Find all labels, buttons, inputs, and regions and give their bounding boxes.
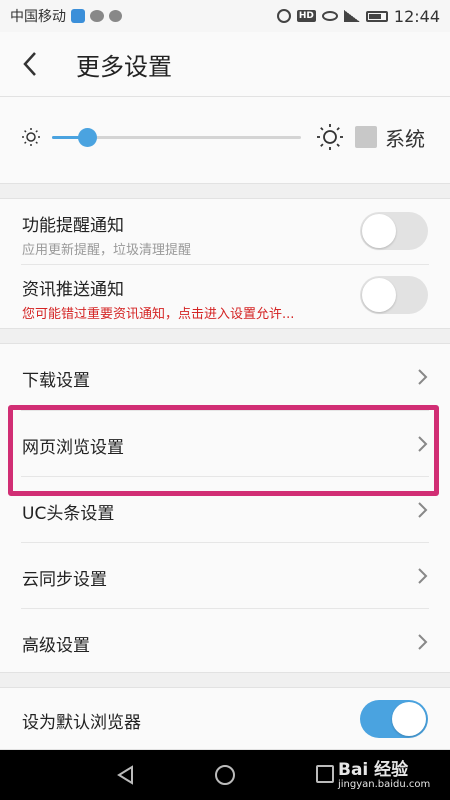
chevron-right-icon bbox=[418, 502, 428, 518]
brightness-slider-thumb[interactable] bbox=[77, 128, 97, 147]
news-notification-toggle[interactable] bbox=[360, 276, 428, 314]
nav-recent-icon[interactable] bbox=[316, 765, 334, 783]
alarm-icon bbox=[276, 9, 291, 23]
message-icon bbox=[109, 10, 122, 22]
back-button[interactable] bbox=[0, 32, 60, 97]
brightness-panel: 系统 bbox=[0, 97, 450, 184]
battery-icon bbox=[365, 10, 388, 22]
chevron-right-icon bbox=[418, 634, 428, 650]
brightness-slider[interactable] bbox=[52, 128, 301, 147]
nav-back-icon[interactable] bbox=[116, 765, 136, 785]
baidu-jingyan-watermark: Bai 经验 jingyan.baidu.com bbox=[338, 755, 444, 795]
menu-item-cloud-sync[interactable]: 云同步设置 bbox=[0, 543, 450, 608]
notification-warning-text: 您可能错过重要资讯通知，点击进入设置允许... bbox=[22, 307, 295, 322]
shield-icon bbox=[71, 9, 85, 23]
status-time: 12:44 bbox=[393, 6, 440, 26]
brightness-high-icon bbox=[317, 124, 343, 150]
carrier-label: 中国移动 bbox=[10, 9, 66, 25]
menu-item-label: 下载设置 bbox=[22, 371, 90, 391]
wechat-icon bbox=[90, 10, 104, 22]
signal-icon bbox=[343, 10, 360, 22]
notification-title: 功能提醒通知 bbox=[22, 216, 124, 236]
watermark-brand: Bai 经验 bbox=[338, 760, 409, 780]
notification-settings-group: 功能提醒通知 应用更新提醒，垃圾清理提醒 资讯推送通知 您可能错过重要资讯通知，… bbox=[0, 198, 450, 329]
notification-row-news[interactable]: 资讯推送通知 您可能错过重要资讯通知，点击进入设置允许... bbox=[0, 265, 450, 330]
hd-badge: HD bbox=[296, 10, 316, 22]
chevron-right-icon bbox=[418, 568, 428, 584]
menu-item-advanced[interactable]: 高级设置 bbox=[0, 609, 450, 674]
menu-item-label: 高级设置 bbox=[22, 636, 90, 656]
menu-item-download[interactable]: 下载设置 bbox=[0, 344, 450, 410]
status-bar: 中国移动 HD 12:44 bbox=[0, 0, 450, 32]
chevron-right-icon bbox=[418, 369, 428, 385]
notification-subtitle: 应用更新提醒，垃圾清理提醒 bbox=[22, 243, 192, 258]
toggle-knob bbox=[362, 278, 396, 312]
chevron-left-icon bbox=[23, 52, 36, 76]
notification-title: 资讯推送通知 bbox=[22, 280, 124, 300]
page-title: 更多设置 bbox=[76, 52, 172, 81]
default-browser-group: 设为默认浏览器 bbox=[0, 687, 450, 750]
app-header: 更多设置 bbox=[0, 32, 450, 97]
menu-item-label: UC头条设置 bbox=[22, 504, 115, 524]
notification-row-feature[interactable]: 功能提醒通知 应用更新提醒，垃圾清理提醒 bbox=[0, 199, 450, 264]
brightness-low-icon bbox=[22, 128, 40, 146]
highlight-annotation-box bbox=[8, 405, 439, 496]
watermark-url: jingyan.baidu.com bbox=[338, 779, 431, 790]
toggle-knob bbox=[362, 214, 396, 248]
system-brightness-label: 系统 bbox=[385, 127, 425, 151]
default-browser-toggle[interactable] bbox=[360, 700, 428, 738]
nav-home-icon[interactable] bbox=[215, 765, 235, 785]
eye-icon bbox=[321, 11, 338, 21]
feature-notification-toggle[interactable] bbox=[360, 212, 428, 250]
system-brightness-checkbox[interactable] bbox=[355, 126, 377, 148]
default-browser-row[interactable]: 设为默认浏览器 bbox=[0, 688, 450, 751]
default-browser-label: 设为默认浏览器 bbox=[22, 713, 141, 733]
toggle-knob bbox=[392, 702, 426, 736]
settings-menu-group: 下载设置 网页浏览设置 UC头条设置 云同步设置 高级设置 bbox=[0, 343, 450, 673]
menu-item-label: 云同步设置 bbox=[22, 570, 107, 590]
